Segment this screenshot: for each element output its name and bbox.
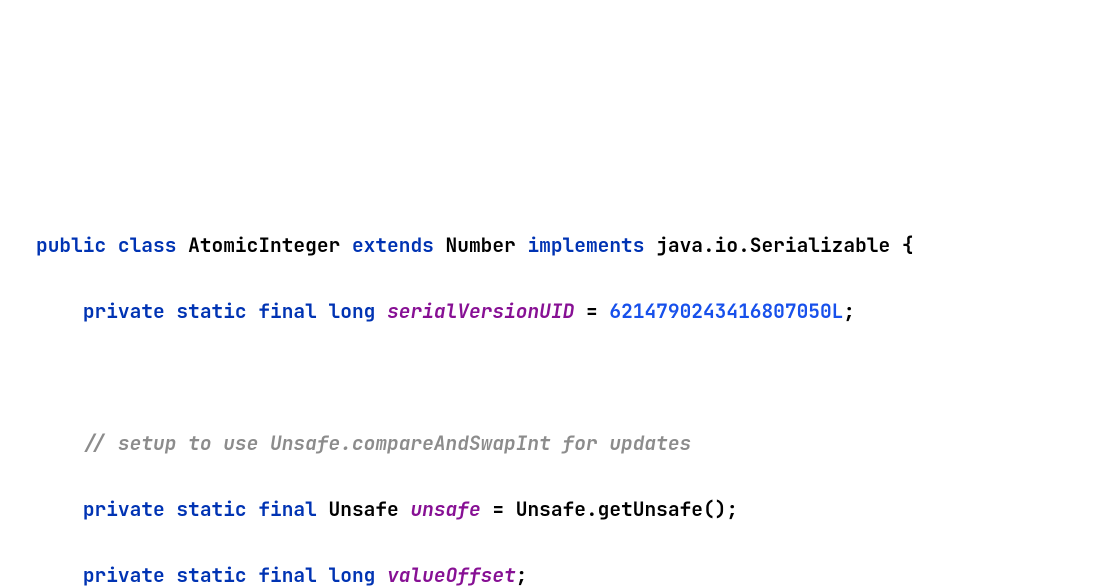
keyword-static: static [176,562,246,586]
code-line-blank[interactable] [36,361,1114,394]
keyword-private: private [83,496,165,522]
keyword-public: public [36,232,106,258]
code-line[interactable]: private static final long valueOffset; [36,559,1114,586]
gutter: ] ] [0,31,40,586]
semicolon: ; [843,298,855,324]
keyword-private: private [83,562,165,586]
code-editor[interactable]: ] ] public class AtomicInteger extends N… [0,0,1114,586]
code-line[interactable]: // setup to use Unsafe.compareAndSwapInt… [36,427,1114,460]
keyword-long: long [329,298,376,324]
code-line[interactable]: private static final long serialVersionU… [36,295,1114,328]
semicolon: ; [516,562,528,586]
field-valueOffset: valueOffset [387,562,516,586]
interface: java.io.Serializable [656,232,890,258]
field-unsafe: unsafe [410,496,480,522]
keyword-extends: extends [352,232,434,258]
superclass: Number [446,232,516,258]
keyword-final: final [258,562,317,586]
semicolon: ; [726,496,738,522]
equals: = [574,298,609,324]
keyword-final: final [258,298,317,324]
call-getUnsafe: Unsafe.getUnsafe() [516,496,727,522]
brace: { [902,232,914,258]
keyword-long: long [329,562,376,586]
keyword-final: final [258,496,317,522]
number-literal: 6214790243416807050L [609,298,843,324]
code-line[interactable]: private static final Unsafe unsafe = Uns… [36,493,1114,526]
code-area[interactable]: public class AtomicInteger extends Numbe… [36,196,1114,586]
field-serialVersionUID: serialVersionUID [387,298,574,324]
class-name: AtomicInteger [188,232,340,258]
type-Unsafe: Unsafe [329,496,399,522]
keyword-implements: implements [527,232,644,258]
keyword-static: static [176,298,246,324]
code-line[interactable]: public class AtomicInteger extends Numbe… [36,229,1114,262]
keyword-private: private [83,298,165,324]
comment: // setup to use Unsafe.compareAndSwapInt… [83,430,691,456]
keyword-class: class [118,232,177,258]
equals: = [481,496,516,522]
keyword-static: static [176,496,246,522]
